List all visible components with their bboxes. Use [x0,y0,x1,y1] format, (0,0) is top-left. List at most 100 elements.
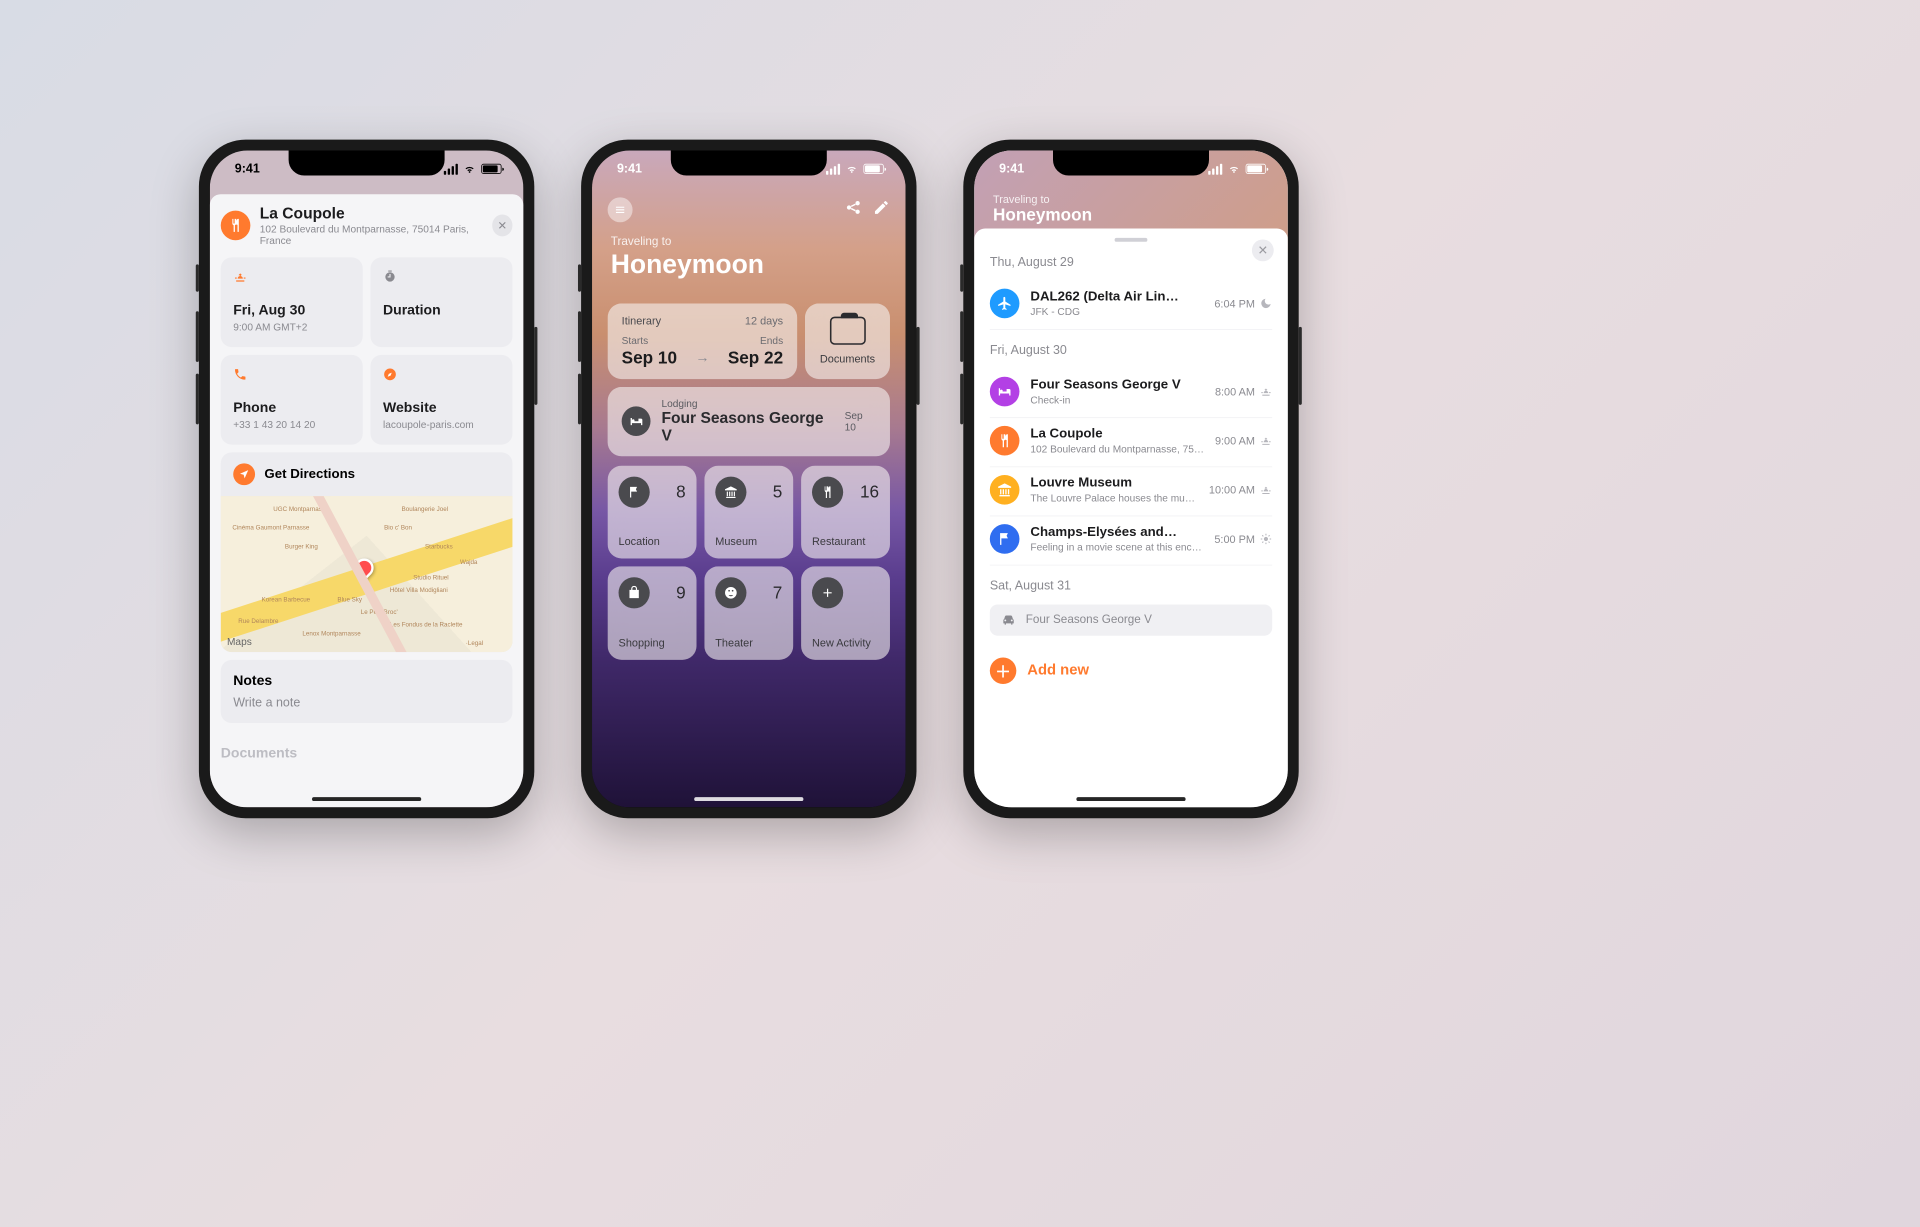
end-date: Sep 22 [728,347,783,367]
tile-count: 8 [676,482,686,502]
event-time: 6:04 PM [1214,297,1255,309]
wifi-icon [463,163,477,174]
close-button[interactable]: ✕ [492,214,512,236]
flag-icon [619,476,650,507]
documents-heading: Documents [221,745,513,761]
phone-label: Phone [233,399,350,415]
duration-label: Duration [383,301,500,317]
menu-button[interactable] [608,197,633,222]
website-label: Website [383,399,500,415]
event-sub: JFK - CDG [1030,305,1203,317]
date-value: Fri, Aug 30 [233,301,350,317]
phone-number: +33 1 43 20 14 20 [233,418,350,430]
tile-add-activity[interactable]: New Activity [801,566,890,659]
stopwatch-icon [383,269,500,287]
event-title: DAL262 (Delta Air Lin… [1030,288,1203,304]
sunrise-icon [1260,385,1272,397]
map-poi: Les Fondus de la Raclette [390,620,463,627]
map-poi: Le Petit Broc' [361,608,398,615]
home-indicator[interactable] [312,797,421,801]
map-attribution: Maps [227,635,252,647]
lodging-date: Sep 10 [845,410,876,433]
duration-card[interactable]: Duration [371,257,513,347]
event-row[interactable]: Champs-Elysées and… Feeling in a movie s… [990,516,1272,565]
day-header: Sat, August 31 [990,579,1272,593]
event-title: Four Seasons George V [1030,376,1204,392]
tile-location[interactable]: 8 Location [608,465,697,558]
phone-card[interactable]: Phone +33 1 43 20 14 20 [221,355,363,445]
plus-icon: ＋ [990,657,1017,684]
day-header: Thu, August 29 [990,255,1272,269]
tile-restaurant[interactable]: 16 Restaurant [801,465,890,558]
edit-button[interactable] [873,199,890,220]
lodging-card[interactable]: Lodging Four Seasons George V Sep 10 [608,386,890,455]
status-time: 9:41 [235,162,260,176]
documents-label: Documents [820,353,875,365]
event-sub: Check-in [1030,394,1204,406]
home-indicator[interactable] [1076,797,1185,801]
sheet-grabber[interactable] [1115,238,1148,242]
notes-card[interactable]: Notes Write a note [221,659,513,722]
add-new-button[interactable]: ＋ Add new [990,657,1272,684]
event-sub: Feeling in a movie scene at this enchant… [1030,541,1203,553]
tile-count: 9 [676,583,686,603]
moon-icon [1260,297,1272,309]
directions-label: Get Directions [264,466,355,482]
map-poi: Rue Delambre [238,617,278,624]
museum-icon [990,475,1020,505]
phone-mock-1: 9:41 La Coupole 102 Boulevard du Montpar… [199,139,534,818]
tile-museum[interactable]: 5 Museum [704,465,793,558]
sunrise-icon [1260,434,1272,446]
itinerary-sheet: ✕ Thu, August 29 DAL262 (Delta Air Lin… … [974,228,1288,807]
event-row[interactable]: Four Seasons George V Check-in 8:00 AM [990,369,1272,418]
get-directions-button[interactable]: Get Directions [221,452,513,496]
map-poi: Wajda [460,558,477,565]
website-url: lacoupole-paris.com [383,418,500,430]
folder-icon [830,317,866,345]
itinerary-card[interactable]: Itinerary 12 days Starts Ends Sep 10 → S… [608,303,798,379]
event-sub: The Louvre Palace houses the museum with… [1030,492,1198,504]
map-pin-icon [351,554,377,580]
close-button[interactable]: ✕ [1252,239,1274,261]
tile-shopping[interactable]: 9 Shopping [608,566,697,659]
map-poi: Cinéma Gaumont Parnasse [232,524,309,531]
documents-card[interactable]: Documents [805,303,890,379]
event-row[interactable]: Louvre Museum The Louvre Palace houses t… [990,467,1272,516]
stay-label: Four Seasons George V [1026,613,1152,626]
activity-tiles: 8 Location 5 Museum 16 Restaurant 9 Shop… [608,465,890,660]
signal-icon [1208,163,1222,174]
event-title: Louvre Museum [1030,475,1198,491]
starts-label: Starts [622,334,648,346]
fork-icon [990,425,1020,455]
tile-theater[interactable]: 7 Theater [704,566,793,659]
add-new-label: Add new [1027,662,1089,679]
event-time: 10:00 AM [1209,483,1255,495]
sunrise-icon [233,269,350,287]
share-button[interactable] [845,199,862,220]
map-poi: Blue Sky [337,596,362,603]
date-card[interactable]: Fri, Aug 30 9:00 AM GMT+2 [221,257,363,347]
tile-label: Theater [715,636,782,648]
lodging-name: Four Seasons George V [661,409,833,445]
tile-label: Shopping [619,636,686,648]
phone-mock-3: 9:41 Traveling to Honeymoon ✕ Thu, Augus… [963,139,1298,818]
event-title: Champs-Elysées and… [1030,524,1203,540]
day-header: Fri, August 30 [990,344,1272,358]
date-sub: 9:00 AM GMT+2 [233,321,350,333]
map-poi: Korean Barbecue [262,596,311,603]
event-row[interactable]: La Coupole 102 Boulevard du Montparnasse… [990,418,1272,467]
stay-row[interactable]: Four Seasons George V [990,604,1272,635]
arrow-icon: → [695,349,709,365]
website-card[interactable]: Website lacoupole-paris.com [371,355,513,445]
home-indicator[interactable] [694,797,803,801]
phone-mock-2: 9:41 Traveling to Honeymoon Itinerary [581,139,916,818]
map-preview[interactable]: UGC Montparnasse Boulangerie Joel Cinéma… [221,496,513,652]
tile-count: 7 [773,583,783,603]
event-row[interactable]: DAL262 (Delta Air Lin… JFK - CDG 6:04 PM [990,280,1272,329]
place-title: La Coupole [260,205,483,223]
start-date: Sep 10 [622,347,677,367]
status-time: 9:41 [617,162,642,176]
signal-icon [444,163,458,174]
map-poi: Starbucks [425,542,453,549]
place-detail-sheet: La Coupole 102 Boulevard du Montparnasse… [210,194,524,807]
